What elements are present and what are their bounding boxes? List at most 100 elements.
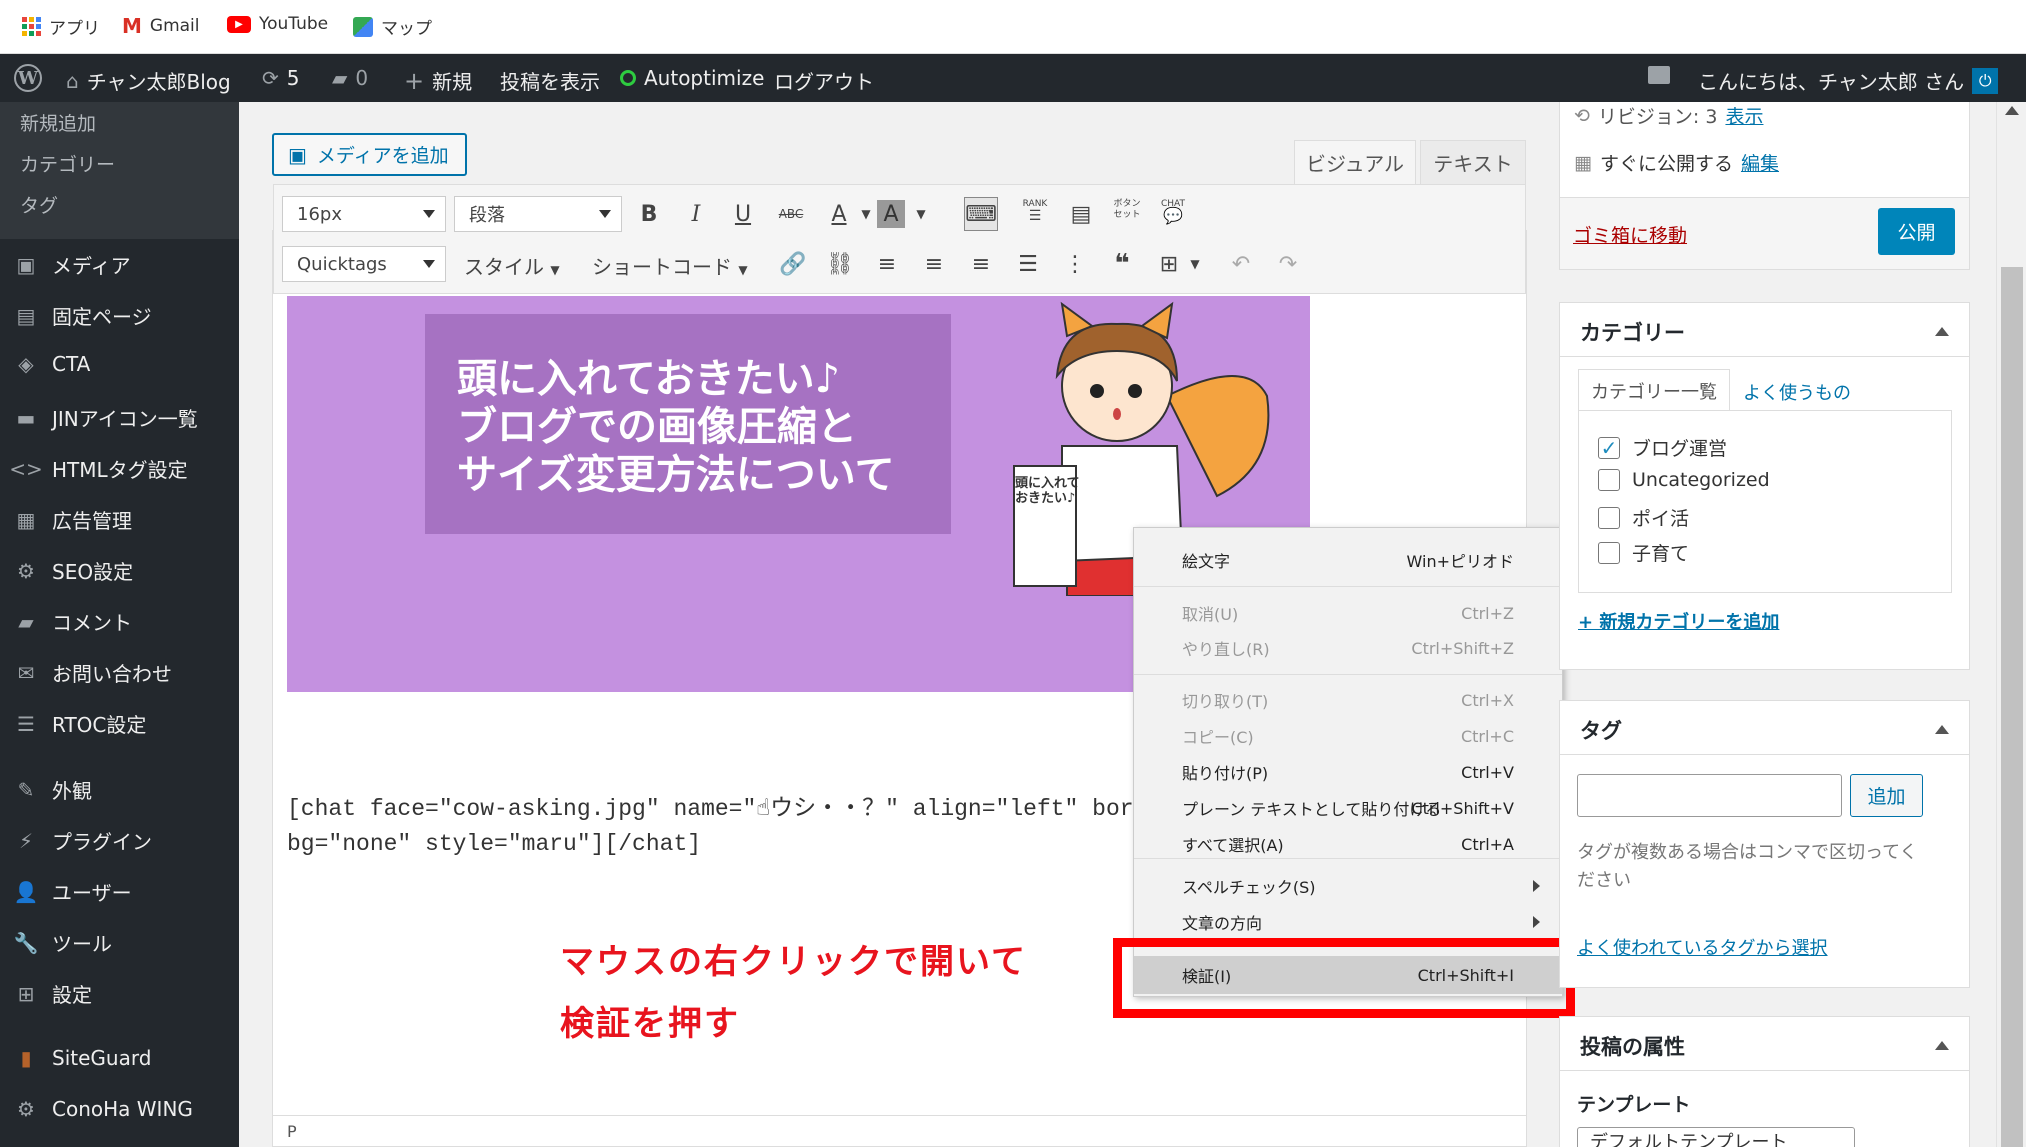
font-size-select[interactable]: 16px [282,196,446,232]
category-item[interactable]: Uncategorized [1598,469,1770,491]
chevron-up-icon[interactable] [1935,725,1949,734]
new-content-link[interactable]: + 新規 [404,66,472,95]
menu-plugins[interactable]: ⚡ プラグイン [14,826,152,855]
ctx-item-direction[interactable]: 文章の方向 [1134,905,1562,939]
redo-icon[interactable]: ↷ [1271,247,1305,281]
bookmark-youtube[interactable]: ▶ YouTube [227,14,328,34]
quicktags-select[interactable]: Quicktags [282,246,446,282]
ctx-item-spellcheck[interactable]: スペルチェック(S) [1134,869,1562,903]
tab-all-categories[interactable]: カテゴリー一覧 [1578,369,1730,411]
menu-cta[interactable]: ◈ CTA [14,352,90,376]
numbered-list-icon[interactable]: ⋮ [1058,247,1092,281]
menu-siteguard[interactable]: ▮ SiteGuard [14,1046,151,1070]
wp-logo-button[interactable]: W [14,64,42,92]
chevron-down-icon[interactable]: ▼ [1178,247,1212,281]
italic-button[interactable]: I [679,197,713,231]
template-select[interactable]: デフォルトテンプレート [1577,1127,1855,1147]
page-scrollbar[interactable] [1996,102,2026,1147]
site-name-link[interactable]: ⌂ チャン太郎Blog [66,66,231,95]
tab-popular-categories[interactable]: よく使うもの [1743,379,1851,405]
ctx-item-copy[interactable]: コピー(C) Ctrl+C [1134,719,1562,753]
category-item[interactable]: 子育て [1598,539,1689,566]
ctx-item-emoji[interactable]: 絵文字 Win+ピリオド [1134,543,1562,577]
underline-button[interactable]: U [726,197,760,231]
menu-settings[interactable]: ⊞ 設定 [14,979,92,1008]
chevron-up-icon[interactable] [1935,1041,1949,1050]
ctx-item-paste[interactable]: 貼り付け(P) Ctrl+V [1134,755,1562,789]
chevron-down-icon[interactable]: ▼ [904,197,938,231]
background-color-button[interactable]: A [877,200,905,228]
checkbox[interactable] [1598,506,1620,529]
content-shortcode-line-2[interactable]: bg="none" style="maru"][/chat] [287,831,701,857]
menu-seo[interactable]: ⚙ SEO設定 [14,556,133,585]
checkbox[interactable] [1598,469,1620,491]
publish-button[interactable]: 公開 [1878,208,1955,255]
align-center-icon[interactable]: ≡ [917,247,951,281]
shortcode-menu[interactable]: ショートコード ▼ [592,251,748,280]
style-menu[interactable]: スタイル ▼ [464,251,560,280]
bullet-list-icon[interactable]: ☰ [1011,247,1045,281]
ctx-item-redo[interactable]: やり直し(R) Ctrl+Shift+Z [1134,631,1562,665]
revisions-view-link[interactable]: 表示 [1725,102,1763,129]
menu-jin-icons[interactable]: ▬ JINアイコン一覧 [14,403,198,432]
link-icon[interactable]: 🔗 [776,247,810,281]
menu-media[interactable]: ▣ メディア [14,250,131,279]
unlink-icon[interactable]: ⛓ [823,247,857,281]
checkbox-checked[interactable]: ✓ [1598,436,1620,460]
menu-rtoc[interactable]: ☰ RTOC設定 [14,709,146,738]
chat-button[interactable]: CHAT 💬 [1156,193,1190,227]
menu-ads[interactable]: ▦ 広告管理 [14,505,132,534]
tag-input[interactable] [1577,774,1842,817]
undo-icon[interactable]: ↶ [1224,247,1258,281]
notification-icon[interactable] [1648,66,1670,84]
add-media-button[interactable]: ▣ メディアを追加 [272,133,467,176]
checkbox[interactable] [1598,541,1620,564]
comments-link[interactable]: ▰ 0 [332,66,368,90]
content-shortcode-line-1[interactable]: [chat face="cow-asking.jpg" name="☝ウシ・・？… [287,788,1147,822]
format-select[interactable]: 段落 [454,196,622,232]
view-post-link[interactable]: 投稿を表示 [500,66,600,95]
table-list-icon[interactable]: ▤ [1064,197,1098,231]
rank-button[interactable]: RANK ☰ [1018,193,1052,227]
scroll-up-icon[interactable] [2005,106,2019,115]
menu-html-tags[interactable]: <> HTMLタグ設定 [9,454,187,483]
submenu-tags[interactable]: タグ [20,191,58,218]
strikethrough-button[interactable]: ABC [774,197,808,231]
blockquote-icon[interactable]: ❝ [1105,247,1139,281]
menu-comments[interactable]: ▰ コメント [14,607,132,636]
submenu-categories[interactable]: カテゴリー [20,150,115,177]
category-item[interactable]: ポイ活 [1598,504,1689,531]
scrollbar-thumb[interactable] [2001,267,2023,1147]
my-account-link[interactable]: こんにちは、チャン太郎 さん ⏻ [1698,66,1999,95]
menu-contact[interactable]: ✉ お問い合わせ [14,658,172,687]
logout-link[interactable]: ログアウト [774,66,874,95]
menu-conoha[interactable]: ⚙ ConoHa WING [14,1097,193,1121]
trash-link[interactable]: ゴミ箱に移動 [1573,221,1687,248]
bookmark-apps[interactable]: アプリ [22,14,100,39]
bold-button[interactable]: B [632,197,666,231]
add-new-category-link[interactable]: + 新規カテゴリーを追加 [1578,608,1779,634]
ctx-item-cut[interactable]: 切り取り(T) Ctrl+X [1134,683,1562,717]
add-tag-button[interactable]: 追加 [1850,774,1923,817]
bookmark-gmail[interactable]: M Gmail [122,14,200,38]
tab-text[interactable]: テキスト [1420,140,1526,184]
updates-link[interactable]: ⟳ 5 [262,66,300,90]
menu-pages[interactable]: ▤ 固定ページ [14,301,152,330]
menu-users[interactable]: 👤 ユーザー [14,877,132,906]
ctx-item-select-all[interactable]: すべて選択(A) Ctrl+A [1134,827,1562,861]
bookmark-maps[interactable]: マップ [353,14,432,39]
ctx-item-paste-plain[interactable]: プレーン テキストとして貼り付ける Ctrl+Shift+V [1134,791,1562,825]
menu-tools[interactable]: 🔧 ツール [14,928,112,957]
submenu-add-new[interactable]: 新規追加 [20,109,96,136]
align-right-icon[interactable]: ≡ [964,247,998,281]
choose-tags-link[interactable]: よく使われているタグから選択 [1577,934,1828,960]
menu-appearance[interactable]: ✎ 外観 [14,775,92,804]
chevron-up-icon[interactable] [1935,327,1949,336]
keyboard-icon[interactable]: ⌨ [964,197,998,231]
button-set-button[interactable]: ボタン セット [1110,193,1144,227]
ctx-item-undo[interactable]: 取消(U) Ctrl+Z [1134,596,1562,630]
tab-visual[interactable]: ビジュアル [1294,140,1416,184]
publish-time-edit-link[interactable]: 編集 [1741,149,1779,176]
align-left-icon[interactable]: ≡ [870,247,904,281]
autoptimize-link[interactable]: Autoptimize [620,66,764,90]
